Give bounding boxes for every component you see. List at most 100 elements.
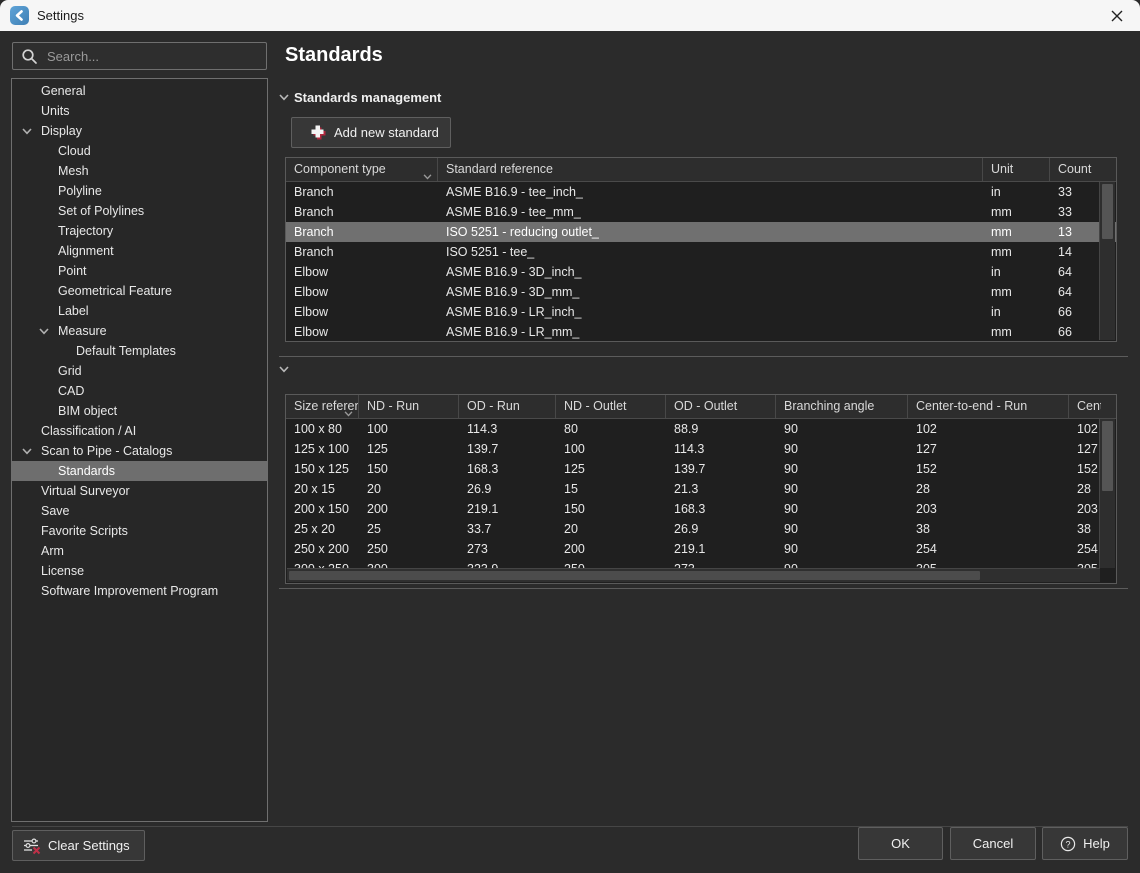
column-header-nd-outlet[interactable]: ND - Outlet: [556, 395, 666, 418]
sidebar-item-grid[interactable]: Grid: [12, 361, 267, 381]
sidebar-item-cloud[interactable]: Cloud: [12, 141, 267, 161]
scrollbar-thumb[interactable]: [1102, 184, 1113, 239]
sidebar-item-scan-to-pipe-catalogs[interactable]: Scan to Pipe - Catalogs: [12, 441, 267, 461]
add-new-standard-button[interactable]: Add new standard: [291, 117, 451, 148]
sidebar-item-cad[interactable]: CAD: [12, 381, 267, 401]
column-header-center-to-end-run[interactable]: Center-to-end - Run: [908, 395, 1069, 418]
sizes-section-header[interactable]: [279, 366, 289, 373]
column-header-nd-run[interactable]: ND - Run: [359, 395, 459, 418]
help-button[interactable]: ? Help: [1042, 827, 1128, 860]
chevron-down-icon[interactable]: [22, 128, 41, 135]
sidebar-item-label: Set of Polylines: [58, 201, 144, 221]
column-header-center-to-end-outlet[interactable]: Center-to-end - Outlet: [1069, 395, 1116, 418]
column-header-od-run[interactable]: OD - Run: [459, 395, 556, 418]
sidebar-item-label: Label: [58, 301, 89, 321]
table-row[interactable]: 250 x 200250273200219.190254254: [286, 539, 1116, 559]
cancel-button[interactable]: Cancel: [950, 827, 1036, 860]
table-row[interactable]: ElbowASME B16.9 - LR_inch_in66: [286, 302, 1116, 322]
sidebar-item-virtual-surveyor[interactable]: Virtual Surveyor: [12, 481, 267, 501]
table-cell: Elbow: [286, 262, 438, 282]
table-row[interactable]: 100 x 80100114.38088.990102102: [286, 419, 1116, 439]
sidebar-item-bim-object[interactable]: BIM object: [12, 401, 267, 421]
clear-settings-button[interactable]: Clear Settings: [12, 830, 145, 861]
sidebar-item-mesh[interactable]: Mesh: [12, 161, 267, 181]
column-header-size-reference[interactable]: Size reference: [286, 395, 359, 418]
table-row[interactable]: BranchASME B16.9 - tee_mm_mm33: [286, 202, 1116, 222]
sidebar-item-polyline[interactable]: Polyline: [12, 181, 267, 201]
sidebar-item-trajectory[interactable]: Trajectory: [12, 221, 267, 241]
vertical-scrollbar[interactable]: [1099, 182, 1115, 340]
table-cell: ASME B16.9 - LR_mm_: [438, 322, 983, 342]
table-row[interactable]: ElbowASME B16.9 - LR_mm_mm66: [286, 322, 1116, 342]
standards-management-section-header[interactable]: Standards management: [279, 90, 441, 105]
column-header-unit[interactable]: Unit: [983, 158, 1050, 181]
sidebar-item-measure[interactable]: Measure: [12, 321, 267, 341]
chevron-down-icon[interactable]: [279, 366, 289, 373]
chevron-down-icon[interactable]: [39, 328, 58, 335]
sidebar-item-arm[interactable]: Arm: [12, 541, 267, 561]
table-row[interactable]: ElbowASME B16.9 - 3D_mm_mm64: [286, 282, 1116, 302]
sidebar-item-favorite-scripts[interactable]: Favorite Scripts: [12, 521, 267, 541]
table-row[interactable]: 150 x 125150168.3125139.790152152: [286, 459, 1116, 479]
standards-table-body: Component typeStandard referenceUnitCoun…: [286, 158, 1116, 342]
table-cell: ASME B16.9 - 3D_mm_: [438, 282, 983, 302]
table-cell: 125: [556, 459, 666, 479]
table-row[interactable]: BranchISO 5251 - reducing outlet_mm13: [286, 222, 1116, 242]
sidebar-item-label: Units: [41, 101, 69, 121]
close-icon[interactable]: [1094, 0, 1140, 31]
column-header-od-outlet[interactable]: OD - Outlet: [666, 395, 776, 418]
sidebar-item-point[interactable]: Point: [12, 261, 267, 281]
chevron-down-icon[interactable]: [279, 94, 289, 101]
table-cell: Branch: [286, 222, 438, 242]
search-box: [12, 42, 267, 70]
column-header-component-type[interactable]: Component type: [286, 158, 438, 181]
column-header-label: OD - Outlet: [674, 395, 775, 418]
scrollbar-thumb[interactable]: [1102, 421, 1113, 491]
table-row[interactable]: ElbowASME B16.9 - 3D_inch_in64: [286, 262, 1116, 282]
table-cell: in: [983, 182, 1050, 202]
table-row[interactable]: BranchISO 5251 - tee_mm14: [286, 242, 1116, 262]
sidebar-item-geometrical-feature[interactable]: Geometrical Feature: [12, 281, 267, 301]
sidebar-item-alignment[interactable]: Alignment: [12, 241, 267, 261]
svg-text:?: ?: [1066, 839, 1071, 849]
table-cell: 90: [776, 479, 908, 499]
column-header-count[interactable]: Count: [1050, 158, 1116, 181]
chevron-down-icon[interactable]: [22, 448, 41, 455]
clear-settings-icon: [23, 837, 41, 855]
column-header-standard-reference[interactable]: Standard reference: [438, 158, 983, 181]
sidebar-item-units[interactable]: Units: [12, 101, 267, 121]
search-input[interactable]: [45, 48, 266, 65]
scrollbar-thumb[interactable]: [289, 571, 980, 580]
table-row[interactable]: BranchASME B16.9 - tee_inch_in33: [286, 182, 1116, 202]
sidebar-item-license[interactable]: License: [12, 561, 267, 581]
sidebar-item-standards[interactable]: Standards: [12, 461, 267, 481]
ok-button[interactable]: OK: [858, 827, 943, 860]
sidebar-item-software-improvement-program[interactable]: Software Improvement Program: [12, 581, 267, 601]
sidebar-item-display[interactable]: Display: [12, 121, 267, 141]
horizontal-scrollbar[interactable]: [287, 568, 1100, 582]
vertical-scrollbar[interactable]: [1099, 419, 1115, 568]
column-header-label: Center-to-end - Outlet: [1077, 395, 1101, 418]
sidebar-item-save[interactable]: Save: [12, 501, 267, 521]
sidebar-item-default-templates[interactable]: Default Templates: [12, 341, 267, 361]
table-row[interactable]: 200 x 150200219.1150168.390203203: [286, 499, 1116, 519]
column-header-label: ND - Outlet: [564, 395, 665, 418]
sidebar-item-classification-ai[interactable]: Classification / AI: [12, 421, 267, 441]
sidebar-item-set-of-polylines[interactable]: Set of Polylines: [12, 201, 267, 221]
table-row[interactable]: 25 x 202533.72026.9903838: [286, 519, 1116, 539]
table-cell: 200 x 150: [286, 499, 359, 519]
sidebar-item-label: Point: [58, 261, 87, 281]
table-row[interactable]: 20 x 152026.91521.3902828: [286, 479, 1116, 499]
table-cell: 26.9: [666, 519, 776, 539]
table-cell: in: [983, 262, 1050, 282]
sidebar-item-label: Display: [41, 121, 82, 141]
sizes-table-body: Size referenceND - RunOD - Run ND - Outle…: [286, 395, 1116, 579]
table-row[interactable]: 125 x 100125139.7100114.390127127: [286, 439, 1116, 459]
column-header-branching-angle[interactable]: Branching angle: [776, 395, 908, 418]
sidebar-item-label[interactable]: Label: [12, 301, 267, 321]
sidebar-item-label: Arm: [41, 541, 64, 561]
sidebar-item-label: Cloud: [58, 141, 91, 161]
table-cell: ASME B16.9 - 3D_inch_: [438, 262, 983, 282]
table-cell: 254: [908, 539, 1069, 559]
sidebar-item-general[interactable]: General: [12, 81, 267, 101]
